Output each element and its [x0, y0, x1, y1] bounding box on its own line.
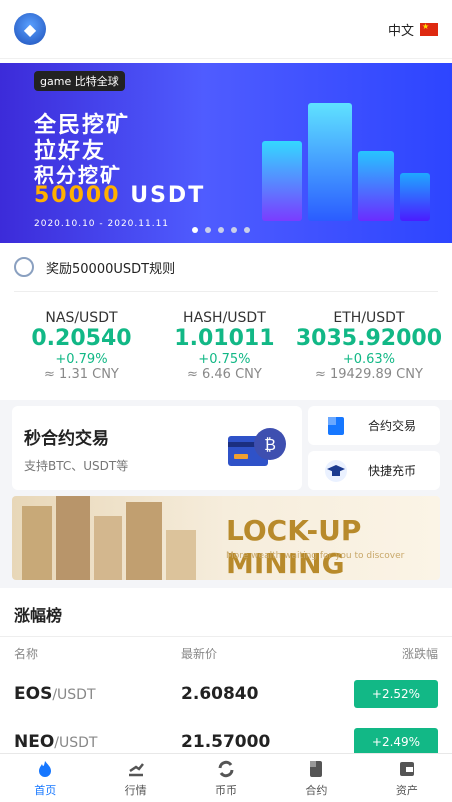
banner-amount: 50000 USDT — [34, 183, 205, 208]
coin-base: NEO — [14, 732, 55, 752]
mining-subtitle: More wealth waiting for you to discover — [226, 551, 405, 561]
skyline-illustration — [126, 502, 162, 580]
quick-deposit-label: 快捷充币 — [368, 464, 417, 478]
ticker-change: +0.79% — [55, 352, 108, 367]
coin-quote: /USDT — [54, 735, 98, 751]
skyline-illustration — [166, 530, 196, 580]
promo-banner[interactable]: game 比特全球 全民挖矿 拉好友 积分挖矿 50000 USDT 2020.… — [0, 63, 452, 243]
banner-date: 2020.10.10 - 2020.11.11 — [34, 219, 170, 229]
graduation-cap-icon — [324, 459, 348, 483]
pagination-dot[interactable] — [192, 227, 198, 233]
ticker-pair: NAS/USDT — [45, 310, 118, 326]
notice-bar[interactable]: 奖励50000USDT规则 — [14, 243, 438, 292]
ticker-price: 0.20540 — [31, 326, 132, 351]
building-illustration — [308, 103, 352, 221]
mining-title: LOCK-UP MINING — [226, 514, 362, 580]
bottom-tab-bar: 首页 行情 币币 合约 资产 — [0, 753, 452, 802]
banner-amount-unit: USDT — [130, 183, 206, 208]
bitcoin-card-icon: ₿ — [228, 428, 286, 466]
home-flame-icon — [39, 760, 52, 777]
notice-text: 奖励50000USDT规则 — [46, 261, 176, 277]
header-change: 涨跌幅 — [401, 647, 438, 661]
coin-quote: /USDT — [52, 687, 96, 703]
ranking-header: 名称 最新价 涨跌幅 — [0, 637, 452, 670]
quick-deposit-link[interactable]: 快捷充币 — [308, 451, 440, 490]
change-badge: +2.49% — [354, 728, 438, 756]
ticker-strip: NAS/USDT 0.20540 +0.79% ≈ 1.31 CNY HASH/… — [0, 292, 452, 400]
change-badge: +2.52% — [354, 680, 438, 708]
ticker-pair: ETH/USDT — [333, 310, 405, 326]
coin-base: EOS — [14, 684, 53, 704]
ranking-title: 涨幅榜 — [0, 588, 452, 637]
contract-icon — [310, 760, 323, 777]
ticker-price: 1.01011 — [174, 326, 275, 351]
top-bar: ◆ 中文 — [0, 0, 452, 59]
building-illustration — [262, 141, 302, 221]
skyline-illustration — [56, 496, 90, 580]
pagination-dot[interactable] — [244, 227, 250, 233]
ticker-card[interactable]: NAS/USDT 0.20540 +0.79% ≈ 1.31 CNY — [10, 310, 153, 382]
coin-name: NEO/USDT — [14, 732, 181, 752]
tab-home[interactable]: 首页 — [0, 754, 90, 802]
contract-trade-label: 合约交易 — [368, 419, 417, 433]
tab-label: 合约 — [305, 783, 328, 797]
ticker-change: +0.75% — [198, 352, 251, 367]
ticker-change: +0.63% — [342, 352, 396, 367]
language-switch[interactable]: 中文 — [388, 20, 438, 39]
tab-contract[interactable]: 合约 — [271, 754, 361, 802]
tab-label: 币币 — [215, 783, 238, 797]
ticker-cny: ≈ 19429.89 CNY — [314, 367, 423, 382]
table-row[interactable]: EOS/USDT 2.60840 +2.52% — [0, 670, 452, 718]
document-icon — [324, 414, 348, 438]
contract-trade-link[interactable]: 合约交易 — [308, 406, 440, 445]
app-logo[interactable]: ◆ — [14, 13, 46, 45]
tab-label: 行情 — [124, 783, 147, 797]
feature-area: 秒合约交易 支持BTC、USDT等 ₿ 合约交易 快捷充币 LOCK-UP MI… — [0, 400, 452, 588]
header-price: 最新价 — [181, 647, 218, 661]
wallet-icon — [399, 761, 414, 776]
banner-badge: game 比特全球 — [34, 71, 125, 91]
banner-pagination — [192, 227, 250, 233]
exchange-icon — [218, 760, 234, 777]
language-label: 中文 — [387, 23, 414, 39]
second-contract-card[interactable]: 秒合约交易 支持BTC、USDT等 ₿ — [12, 406, 302, 490]
skyline-illustration — [94, 516, 122, 580]
header-name: 名称 — [14, 647, 39, 661]
tab-market[interactable]: 行情 — [90, 754, 180, 802]
pagination-dot[interactable] — [231, 227, 237, 233]
china-flag-icon — [420, 22, 438, 36]
banner-amount-number: 50000 — [34, 183, 121, 208]
quick-links: 合约交易 快捷充币 — [308, 406, 440, 490]
ticker-card[interactable]: HASH/USDT 1.01011 +0.75% ≈ 6.46 CNY — [153, 310, 296, 382]
pagination-dot[interactable] — [205, 227, 211, 233]
market-icon — [128, 762, 144, 776]
lockup-mining-banner[interactable]: LOCK-UP MINING More wealth waiting for y… — [12, 496, 440, 580]
ticker-price: 3035.92000 — [295, 326, 443, 351]
skyline-illustration — [22, 506, 52, 580]
ticker-pair: HASH/USDT — [183, 310, 266, 326]
coin-price: 21.57000 — [181, 732, 271, 752]
coin-name: EOS/USDT — [14, 684, 181, 704]
tab-label: 资产 — [395, 783, 418, 797]
svg-text:₿: ₿ — [264, 435, 276, 454]
coin-price: 2.60840 — [181, 684, 259, 704]
ticker-cny: ≈ 1.31 CNY — [44, 367, 119, 382]
tab-label: 首页 — [34, 783, 57, 797]
globe-icon — [14, 257, 34, 277]
ticker-cny: ≈ 6.46 CNY — [186, 367, 262, 382]
building-illustration — [400, 173, 430, 221]
ticker-card[interactable]: ETH/USDT 3035.92000 +0.63% ≈ 19429.89 CN… — [296, 310, 442, 382]
tab-assets[interactable]: 资产 — [362, 754, 452, 802]
pagination-dot[interactable] — [218, 227, 224, 233]
tab-exchange[interactable]: 币币 — [181, 754, 271, 802]
building-illustration — [358, 151, 394, 221]
